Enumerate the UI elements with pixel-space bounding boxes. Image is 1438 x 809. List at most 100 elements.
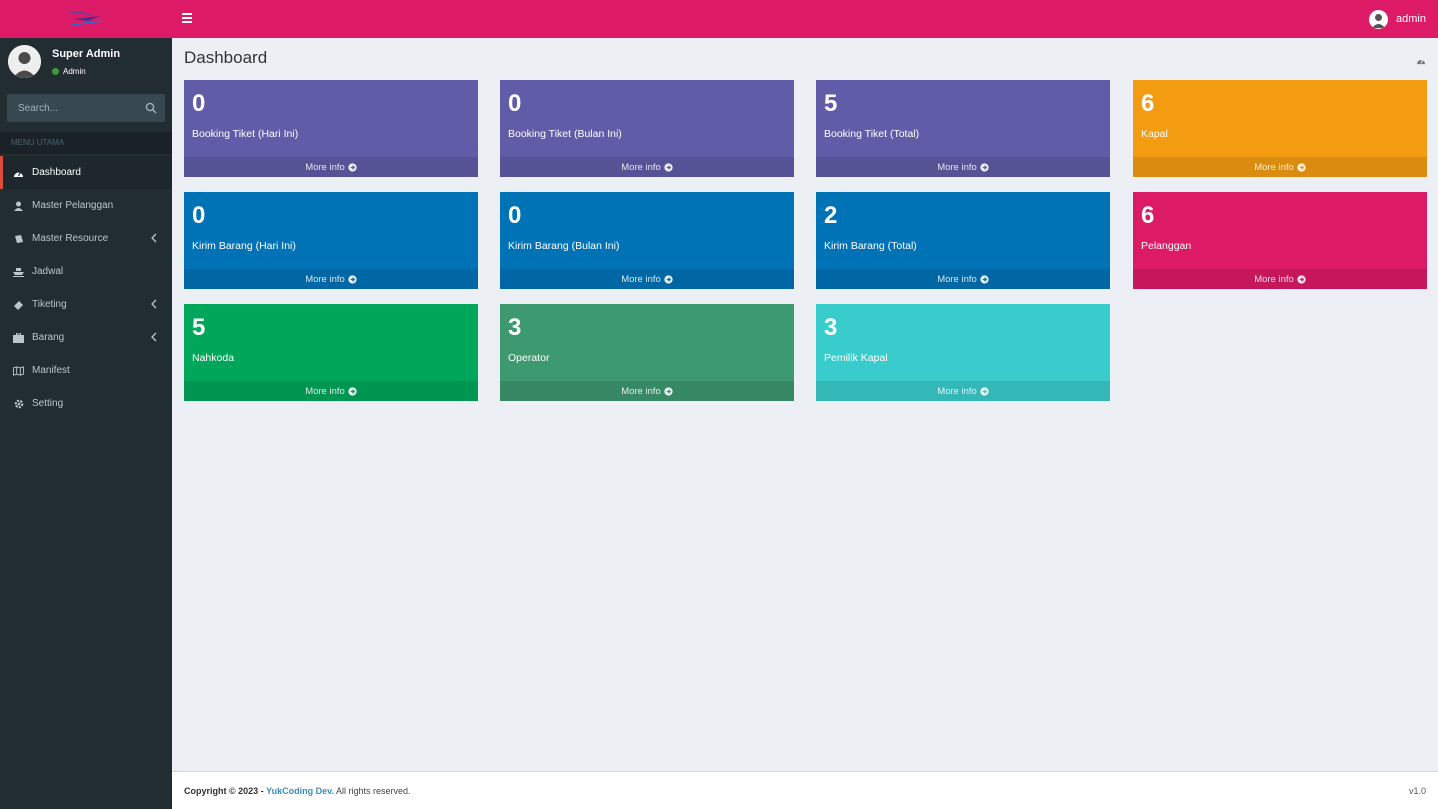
version-label: v1.0 [1408,786,1426,796]
stat-label: Kirim Barang (Hari Ini) [192,240,296,252]
stat-box[interactable]: 0 Kirim Barang (Hari Ini) More info [184,192,478,289]
more-info-label: More info [621,385,661,397]
user-menu-label: admin [1396,13,1426,25]
stat-value: 6 [1141,202,1155,229]
user-icon [13,200,24,211]
brand-link[interactable]: YukCoding Dev. [266,786,334,796]
stat-box[interactable]: 5 Booking Tiket (Total) More info [816,80,1110,177]
more-info-link[interactable]: More info [1133,157,1427,177]
more-info-label: More info [937,161,977,173]
sidebar-item-label: Dashboard [32,167,81,178]
stat-value: 5 [824,90,838,117]
stat-box[interactable]: 5 Nahkoda More info [184,304,478,401]
sidebar-item-dashboard[interactable]: Dashboard [0,156,172,189]
more-info-link[interactable]: More info [500,157,794,177]
page-footer: Copyright © 2023 - YukCoding Dev. All ri… [172,771,1438,809]
ship-icon [13,266,24,277]
more-info-label: More info [305,161,345,173]
search-icon[interactable] [145,102,157,114]
chevron-left-icon [151,233,157,243]
arrow-circle-right-icon [1297,274,1306,284]
briefcase-icon [13,332,24,343]
stat-box[interactable]: 0 Kirim Barang (Bulan Ini) More info [500,192,794,289]
stat-label: Booking Tiket (Total) [824,128,920,140]
sidebar-item-label: Manifest [32,365,70,376]
dashboard-icon [13,167,24,178]
arrow-circle-right-icon [664,162,673,172]
stat-box[interactable]: 0 Booking Tiket (Bulan Ini) More info [500,80,794,177]
stat-box[interactable]: 3 Pemilik Kapal More info [816,304,1110,401]
sidebar-menu: Dashboard Master Pelanggan Master Resour… [0,156,172,420]
arrow-circle-right-icon [348,162,357,172]
sidebar-item-barang[interactable]: Barang [0,321,172,354]
stat-value: 0 [192,202,206,229]
more-info-label: More info [621,273,661,285]
more-info-link[interactable]: More info [1133,269,1427,289]
stat-label: Booking Tiket (Bulan Ini) [508,128,622,140]
arrow-circle-right-icon [348,386,357,396]
stat-box[interactable]: 6 Pelanggan More info [1133,192,1427,289]
more-info-label: More info [305,385,345,397]
more-info-link[interactable]: More info [184,381,478,401]
more-info-link[interactable]: More info [184,269,478,289]
more-info-link[interactable]: More info [816,269,1110,289]
stat-value: 0 [508,90,522,117]
stat-box[interactable]: 6 Kapal More info [1133,80,1427,177]
sidebar-item-tiketing[interactable]: Tiketing [0,288,172,321]
more-info-link[interactable]: More info [816,381,1110,401]
page-title: Dashboard [184,48,268,67]
sidebar-toggle-button[interactable] [182,11,194,25]
more-info-link[interactable]: More info [184,157,478,177]
more-info-label: More info [1254,273,1294,285]
chevron-left-icon [151,332,157,342]
top-header: admin [0,0,1438,38]
more-info-label: More info [937,385,977,397]
stat-box[interactable]: 3 Operator More info [500,304,794,401]
sidebar-item-master-pelanggan[interactable]: Master Pelanggan [0,189,172,222]
stat-label: Pelanggan [1141,240,1192,252]
stat-label: Kirim Barang (Total) [824,240,917,252]
app-logo[interactable] [0,0,172,38]
hamburger-icon [182,13,192,15]
user-menu[interactable]: admin [1369,0,1426,38]
logo-icon [69,11,103,26]
arrow-circle-right-icon [1297,162,1306,172]
sidebar-item-label: Setting [32,398,64,409]
avatar [8,45,41,78]
arrow-circle-right-icon [980,274,989,284]
dashboard-icon [1416,59,1426,65]
gear-icon [13,398,24,409]
book-icon [13,233,24,244]
stat-value: 5 [192,314,206,341]
sidebar-item-manifest[interactable]: Manifest [0,354,172,387]
search-input[interactable] [7,94,137,122]
sidebar-item-label: Barang [32,332,65,343]
map-icon [13,365,24,376]
sidebar-item-master-resource[interactable]: Master Resource [0,222,172,255]
stat-value: 3 [824,314,838,341]
stat-value: 6 [1141,90,1155,117]
arrow-circle-right-icon [980,386,989,396]
more-info-link[interactable]: More info [500,381,794,401]
arrow-circle-right-icon [664,274,673,284]
user-avatar-icon [8,45,41,78]
sidebar-item-setting[interactable]: Setting [0,387,172,420]
sidebar-item-jadwal[interactable]: Jadwal [0,255,172,288]
stat-label: Kapal [1141,128,1168,140]
stat-label: Nahkoda [192,352,235,364]
sidebar-search [7,94,165,122]
stat-label: Pemilik Kapal [824,352,888,364]
avatar [1369,9,1389,29]
more-info-label: More info [1254,161,1294,173]
stat-box[interactable]: 0 Booking Tiket (Hari Ini) More info [184,80,478,177]
stat-value: 2 [824,202,838,229]
more-info-link[interactable]: More info [816,157,1110,177]
arrow-circle-right-icon [348,274,357,284]
more-info-label: More info [621,161,661,173]
more-info-link[interactable]: More info [500,269,794,289]
user-name: Super Admin [52,48,121,60]
stat-box[interactable]: 2 Kirim Barang (Total) More info [816,192,1110,289]
stat-label: Kirim Barang (Bulan Ini) [508,240,620,252]
arrow-circle-right-icon [980,162,989,172]
user-avatar-icon [1372,13,1386,28]
